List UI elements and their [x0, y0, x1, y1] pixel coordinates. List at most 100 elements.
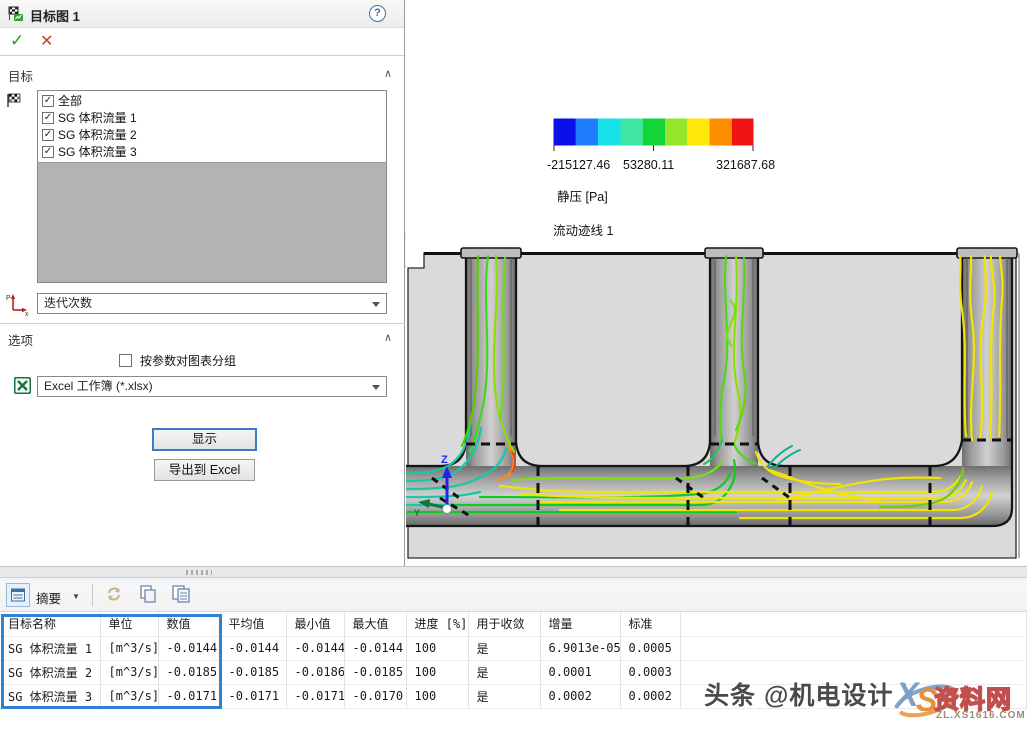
summary-view-button[interactable]	[6, 583, 30, 607]
panel-title: 目标图 1	[30, 6, 80, 25]
col-header[interactable]: 最小值	[286, 612, 344, 636]
table-row[interactable]: SG 体积流量 1 [m^3/s] -0.0144 -0.0144 -0.014…	[0, 636, 1027, 660]
col-header[interactable]: 增量	[540, 612, 620, 636]
summary-view-icon	[10, 587, 26, 603]
goals-items: ✓ 全部 ✓ SG 体积流量 1 ✓ SG 体积流量 2 ✓ SG 体积流量 3	[38, 91, 386, 163]
summary-toolbar: 摘要 ▼	[0, 578, 1027, 612]
cell: 100	[406, 660, 468, 684]
col-header[interactable]: 平均值	[220, 612, 286, 636]
legend-colorbar	[553, 118, 754, 151]
cell: -0.0171	[220, 684, 286, 708]
cell: -0.0171	[286, 684, 344, 708]
goals-listbox[interactable]: ✓ 全部 ✓ SG 体积流量 1 ✓ SG 体积流量 2 ✓ SG 体积流量 3	[37, 90, 387, 283]
goal-checkbox[interactable]: ✓	[42, 112, 54, 124]
horizontal-splitter[interactable]	[0, 566, 1027, 578]
cell: -0.0170	[344, 684, 406, 708]
help-icon[interactable]: ?	[369, 5, 386, 22]
cell: -0.0144	[344, 636, 406, 660]
col-header[interactable]: 单位	[100, 612, 158, 636]
cell: SG 体积流量 1	[0, 636, 100, 660]
refresh-icon[interactable]	[104, 584, 124, 604]
splitter-grip-icon	[186, 570, 212, 575]
chevron-down-icon	[372, 385, 380, 390]
cell: SG 体积流量 3	[0, 684, 100, 708]
cell: 100	[406, 636, 468, 660]
col-header[interactable]: 目标名称	[0, 612, 100, 636]
goal-checkbox[interactable]: ✓	[42, 95, 54, 107]
goal-label: SG 体积流量 1	[58, 109, 137, 126]
copy-table-icon[interactable]	[170, 584, 192, 604]
goal-label: SG 体积流量 3	[58, 143, 137, 160]
col-header[interactable]: 进度 [%]	[406, 612, 468, 636]
flow-trajectories-scene: Z Y	[406, 0, 1027, 566]
graphics-viewport[interactable]: Z Y -215127.46 53280.11	[406, 0, 1027, 566]
summary-dropdown-icon[interactable]: ▼	[72, 592, 80, 601]
riser-1-cap	[461, 248, 521, 258]
cell: -0.0144	[220, 636, 286, 660]
group-by-parameter-label: 按参数对图表分组	[140, 352, 236, 369]
copy-icon[interactable]	[138, 584, 158, 604]
cell: 0.0002	[540, 684, 620, 708]
show-button[interactable]: 显示	[152, 428, 257, 451]
col-header[interactable]: 数值	[158, 612, 220, 636]
cell: -0.0185	[344, 660, 406, 684]
legend-tick-labels: -215127.46 53280.11 321687.68	[553, 158, 813, 172]
cell: 0.0002	[620, 684, 680, 708]
col-header[interactable]: 最大值	[344, 612, 406, 636]
section-divider	[0, 323, 405, 324]
cell: 是	[468, 636, 540, 660]
cell: -0.0144	[158, 636, 220, 660]
excel-format-combobox[interactable]: Excel 工作簿 (*.xlsx)	[37, 376, 387, 397]
goals-section-label: 目标	[8, 66, 33, 85]
abscissa-combobox[interactable]: 迭代次数	[37, 293, 387, 314]
app-window: 目标图 1 ? ✓ ✕ 目标 ∧ ✓ 全部 ✓ SG 体积流量	[0, 0, 1027, 730]
col-header[interactable]: 标准	[620, 612, 680, 636]
cell: -0.0185	[158, 660, 220, 684]
goals-collapse-icon[interactable]: ∧	[384, 67, 392, 80]
excel-format-value: Excel 工作簿 (*.xlsx)	[44, 379, 153, 393]
cell: [m^3/s]	[100, 660, 158, 684]
goal-label: SG 体积流量 2	[58, 126, 137, 143]
goal-item-2[interactable]: ✓ SG 体积流量 2	[40, 126, 386, 143]
watermark-domain: ZL.XS1616.COM	[936, 710, 1026, 721]
options-collapse-icon[interactable]: ∧	[384, 331, 392, 344]
goal-item-1[interactable]: ✓ SG 体积流量 1	[40, 109, 386, 126]
watermark: 头条 @机电设计 X S 资料网 ZL.XS1616.COM	[700, 668, 1027, 730]
goal-checkbox[interactable]: ✓	[42, 146, 54, 158]
legend-plot-name: 流动迹线 1	[553, 220, 813, 239]
cell: -0.0186	[286, 660, 344, 684]
cell: 是	[468, 684, 540, 708]
goal-label: 全部	[58, 92, 82, 109]
cell: [m^3/s]	[100, 684, 158, 708]
group-by-parameter-row[interactable]: . 按参数对图表分组	[117, 352, 236, 369]
riser-1-channel	[466, 253, 516, 466]
goal-plot-icon	[8, 6, 24, 22]
goal-item-3[interactable]: ✓ SG 体积流量 3	[40, 143, 386, 160]
abscissa-axis-icon: P x	[4, 292, 30, 316]
panel-header: 目标图 1 ?	[0, 0, 404, 28]
goal-item-all[interactable]: ✓ 全部	[40, 92, 386, 109]
color-legend: -215127.46 53280.11 321687.68 静压 [Pa] 流动…	[553, 118, 813, 239]
cell: 0.0001	[540, 660, 620, 684]
goal-checkbox[interactable]: ✓	[42, 129, 54, 141]
cell: [m^3/s]	[100, 636, 158, 660]
cell: SG 体积流量 2	[0, 660, 100, 684]
watermark-logo: X S 资料网 ZL.XS1616.COM	[896, 668, 1027, 730]
col-header-filler	[680, 612, 1027, 636]
cancel-button[interactable]: ✕	[40, 31, 53, 51]
ok-button[interactable]: ✓	[10, 31, 24, 51]
triad-z-label: Z	[441, 454, 448, 466]
options-section-label: 选项	[8, 330, 33, 349]
col-header[interactable]: 用于收敛	[468, 612, 540, 636]
group-by-parameter-checkbox[interactable]: .	[119, 354, 132, 367]
cell: 0.0003	[620, 660, 680, 684]
cell: -0.0185	[220, 660, 286, 684]
confirm-bar: ✓ ✕	[0, 28, 404, 56]
triad-y-label: Y	[414, 508, 420, 518]
toolbar-separator	[92, 584, 93, 606]
legend-mid-value: 53280.11	[623, 158, 674, 172]
summary-view-label[interactable]: 摘要	[36, 588, 61, 607]
cell: 100	[406, 684, 468, 708]
export-to-excel-button[interactable]: 导出到 Excel	[154, 459, 255, 481]
svg-text:x: x	[25, 311, 29, 316]
